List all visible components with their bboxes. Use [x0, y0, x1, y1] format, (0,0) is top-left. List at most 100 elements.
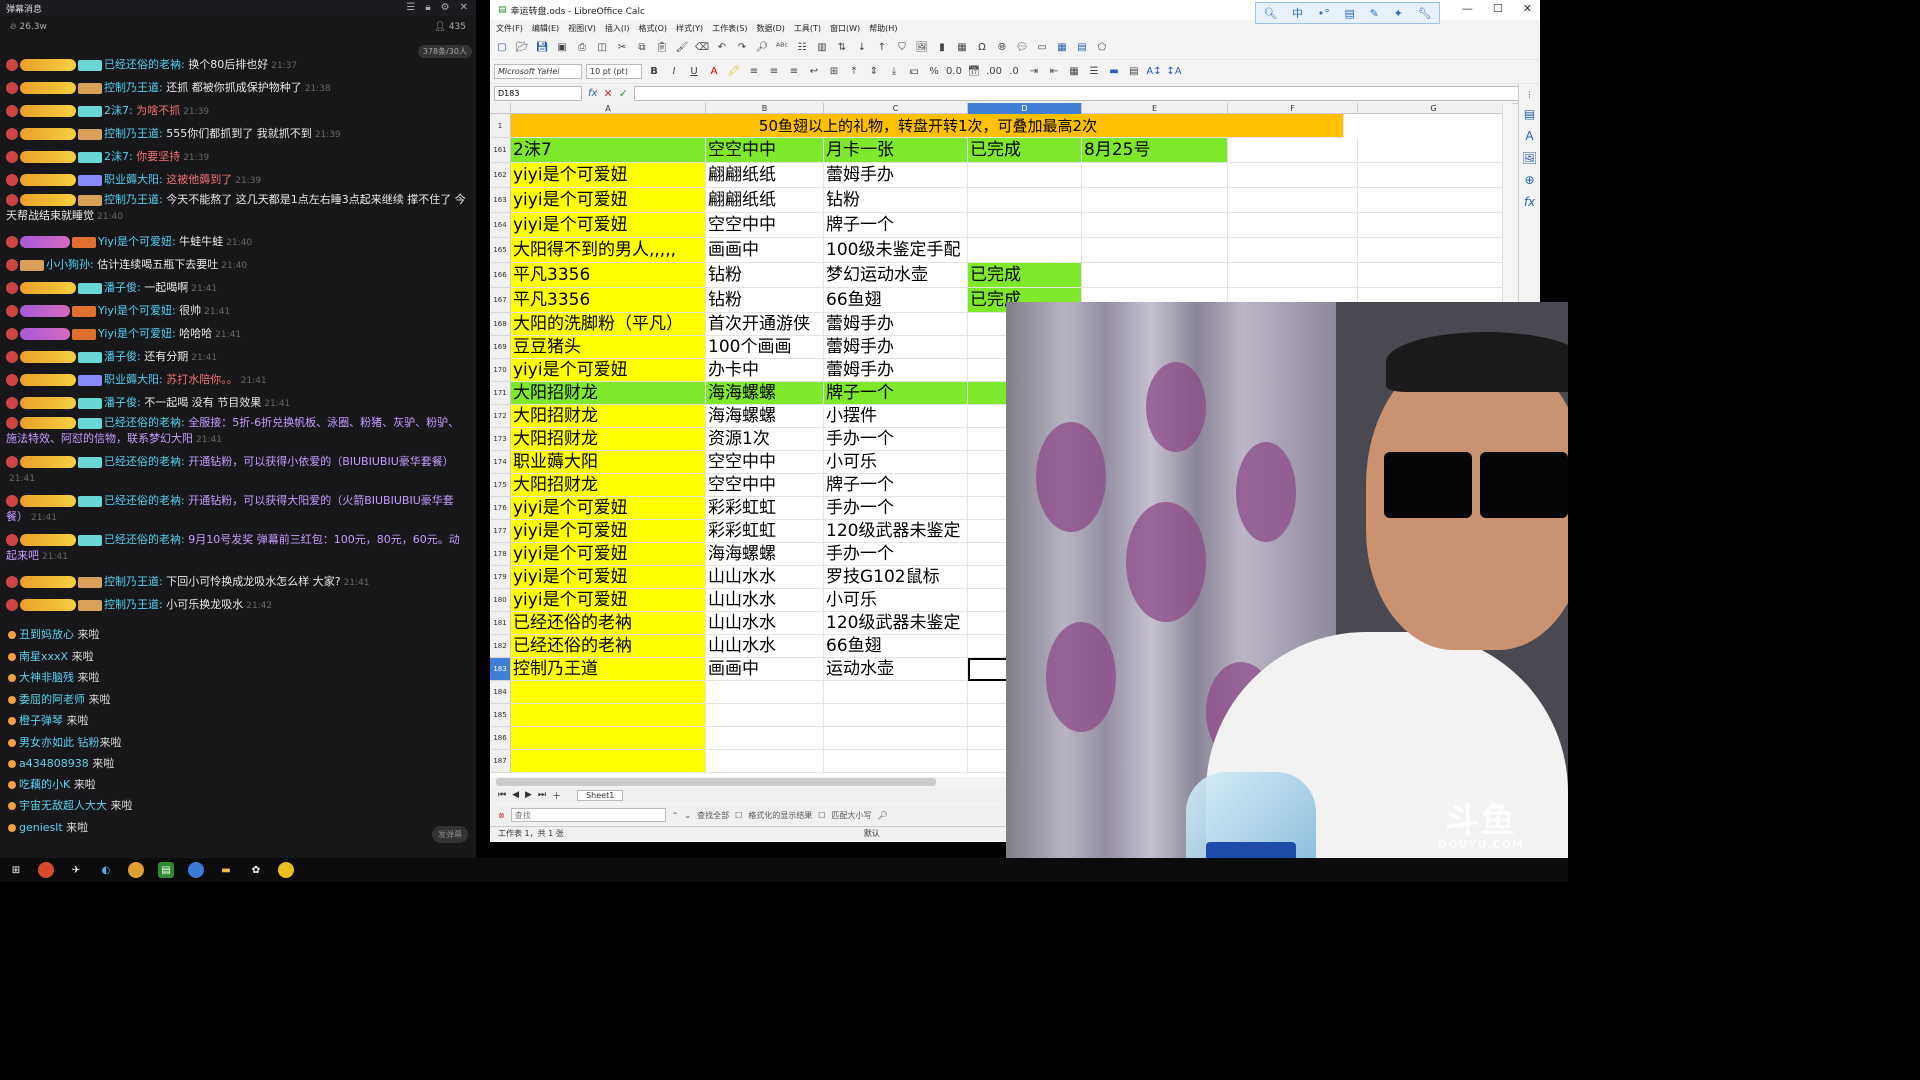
settings-icon[interactable]: ⚙ [441, 2, 450, 13]
send-danmaku-button[interactable]: 发弹幕 [432, 826, 468, 843]
cell-g166[interactable] [1358, 263, 1510, 288]
entry-username[interactable]: 委屈的阿老师 [19, 693, 85, 706]
cell-e163[interactable] [1082, 188, 1228, 213]
row-header[interactable]: 180 [490, 589, 511, 612]
row-header[interactable]: 161 [490, 138, 511, 163]
cell-a168[interactable]: 大阳的洗脚粉（平凡） [511, 313, 706, 336]
chat-username[interactable]: Yiyi是个可爱妞: [98, 235, 176, 248]
chat-username[interactable]: 控制乃王道: [104, 127, 163, 140]
entry-username[interactable]: 吃藕的小K [19, 778, 70, 791]
row-header[interactable]: 162 [490, 163, 511, 188]
header-footer-icon[interactable]: ▭ [1034, 40, 1050, 56]
close-find-icon[interactable]: ⊗ [498, 811, 505, 820]
cut-icon[interactable]: ✂ [614, 40, 630, 56]
align-right-icon[interactable]: ≡ [786, 64, 802, 80]
text-direction-icon[interactable]: A↕ [1146, 64, 1162, 80]
cell-f163[interactable] [1228, 188, 1358, 213]
horizontal-scrollbar[interactable] [496, 778, 936, 786]
calc-taskbar-icon[interactable]: ▤ [158, 862, 174, 878]
cell-b166[interactable]: 钻粉 [706, 263, 824, 288]
hyperlink-icon[interactable]: 🌐︎ [994, 40, 1010, 56]
chat-username[interactable]: 已经还俗的老衲: [104, 455, 185, 468]
align-middle-icon[interactable]: ⇕ [866, 64, 882, 80]
preview-icon[interactable]: ◫ [594, 40, 610, 56]
row-header[interactable]: 167 [490, 288, 511, 313]
border-style-icon[interactable]: ☰ [1086, 64, 1102, 80]
open-icon[interactable]: 📂︎ [514, 40, 530, 56]
chat-username[interactable]: Yiyi是个可爱妞: [98, 304, 176, 317]
chat-username[interactable]: 潘子俊: [104, 396, 141, 409]
cell-a169[interactable]: 豆豆猪头 [511, 336, 706, 359]
cell-c173[interactable]: 手办一个 [824, 428, 968, 451]
sidebar-menu-icon[interactable]: ⋮ [1526, 90, 1534, 99]
row-header[interactable]: 168 [490, 313, 511, 336]
new-icon[interactable]: ▢ [494, 40, 510, 56]
cell-a167[interactable]: 平凡3356 [511, 288, 706, 313]
column-icon[interactable]: ▥ [814, 40, 830, 56]
folder-icon[interactable]: ▬ [218, 862, 234, 878]
merged-header-cell[interactable]: 50鱼翅以上的礼物，转盘开转1次，可叠加最高2次 [511, 114, 1344, 138]
chat-username[interactable]: 职业薅大阳: [104, 173, 163, 186]
font-color-icon[interactable]: A [706, 64, 722, 80]
clone-icon[interactable]: 🖌︎ [674, 40, 690, 56]
sort-desc-icon[interactable]: ↑ [874, 40, 890, 56]
chat-username[interactable]: 潘子俊: [104, 281, 141, 294]
app-icon-2[interactable]: ✈ [68, 862, 84, 878]
filter-icon[interactable]: ☰ [406, 2, 415, 13]
align-top-icon[interactable]: ⤒ [846, 64, 862, 80]
spelling-icon[interactable]: ᴬᴮᶜ [774, 40, 790, 56]
row-header[interactable]: 175 [490, 474, 511, 497]
row-header[interactable]: 164 [490, 213, 511, 238]
underline-icon[interactable]: U [686, 64, 702, 80]
lock-icon[interactable]: 🔒︎ [425, 2, 430, 13]
row-header[interactable]: 181 [490, 612, 511, 635]
browser-icon[interactable]: ◐ [98, 862, 114, 878]
cell-a177[interactable]: yiyi是个可爱妞 [511, 520, 706, 543]
highlight-icon[interactable]: 🖍︎ [726, 64, 742, 80]
cell-d161[interactable]: 已完成 [968, 138, 1082, 163]
cell-c168[interactable]: 蕾姆手办 [824, 313, 968, 336]
percent-icon[interactable]: % [926, 64, 942, 80]
cell-c182[interactable]: 66鱼翅 [824, 635, 968, 658]
cell-c174[interactable]: 小可乐 [824, 451, 968, 474]
cell-c179[interactable]: 罗技G102鼠标 [824, 566, 968, 589]
cell-d162[interactable] [968, 163, 1082, 188]
chat-username[interactable]: 潘子俊: [104, 350, 141, 363]
conditional-icon[interactable]: ▤ [1126, 64, 1142, 80]
cell-g163[interactable] [1358, 188, 1510, 213]
cell-c184[interactable] [824, 681, 968, 704]
sheet-tab-sheet1[interactable]: Sheet1 [577, 789, 624, 801]
cell-b163[interactable]: 翩翩纸纸 [706, 188, 824, 213]
find-input[interactable] [510, 808, 666, 822]
cell-b183[interactable]: 画画中 [706, 658, 824, 681]
row-header[interactable]: 170 [490, 359, 511, 382]
cell-c163[interactable]: 钻粉 [824, 188, 968, 213]
function-wizard-icon[interactable]: fx [588, 88, 597, 99]
menu-item[interactable]: 工具(T) [794, 23, 821, 34]
navigator-icon[interactable]: ⊕ [1524, 173, 1534, 187]
find-prev-icon[interactable]: ⌃ [672, 811, 679, 820]
cell-d166[interactable]: 已完成 [968, 263, 1082, 288]
cell-b179[interactable]: 山山水水 [706, 566, 824, 589]
cell-c185[interactable] [824, 704, 968, 727]
cell-e162[interactable] [1082, 163, 1228, 188]
cell-a162[interactable]: yiyi是个可爱妞 [511, 163, 706, 188]
row-header[interactable]: 166 [490, 263, 511, 288]
menu-item[interactable]: 窗口(W) [830, 23, 860, 34]
column-header-d[interactable]: D [968, 103, 1082, 114]
gear-taskbar-icon[interactable]: ✿ [248, 862, 264, 878]
find-all-button[interactable]: 查找全部 [697, 810, 729, 821]
chat-username[interactable]: Yiyi是个可爱妞: [98, 327, 176, 340]
app-icon-1[interactable] [38, 862, 54, 878]
wrap-icon[interactable]: ↩ [806, 64, 822, 80]
cell-a178[interactable]: yiyi是个可爱妞 [511, 543, 706, 566]
italic-icon[interactable]: I [666, 64, 682, 80]
entry-username[interactable]: 南星xxxX [19, 650, 68, 663]
export-pdf-icon[interactable]: ▣ [554, 40, 570, 56]
autofilter-icon[interactable]: ⛉ [894, 40, 910, 56]
chat-username[interactable]: 已经还俗的老衲: [104, 494, 185, 507]
chart-icon[interactable]: ▮ [934, 40, 950, 56]
cell-a176[interactable]: yiyi是个可爱妞 [511, 497, 706, 520]
cell-a165[interactable]: 大阳得不到的男人,,,,, [511, 238, 706, 263]
row-header[interactable]: 177 [490, 520, 511, 543]
